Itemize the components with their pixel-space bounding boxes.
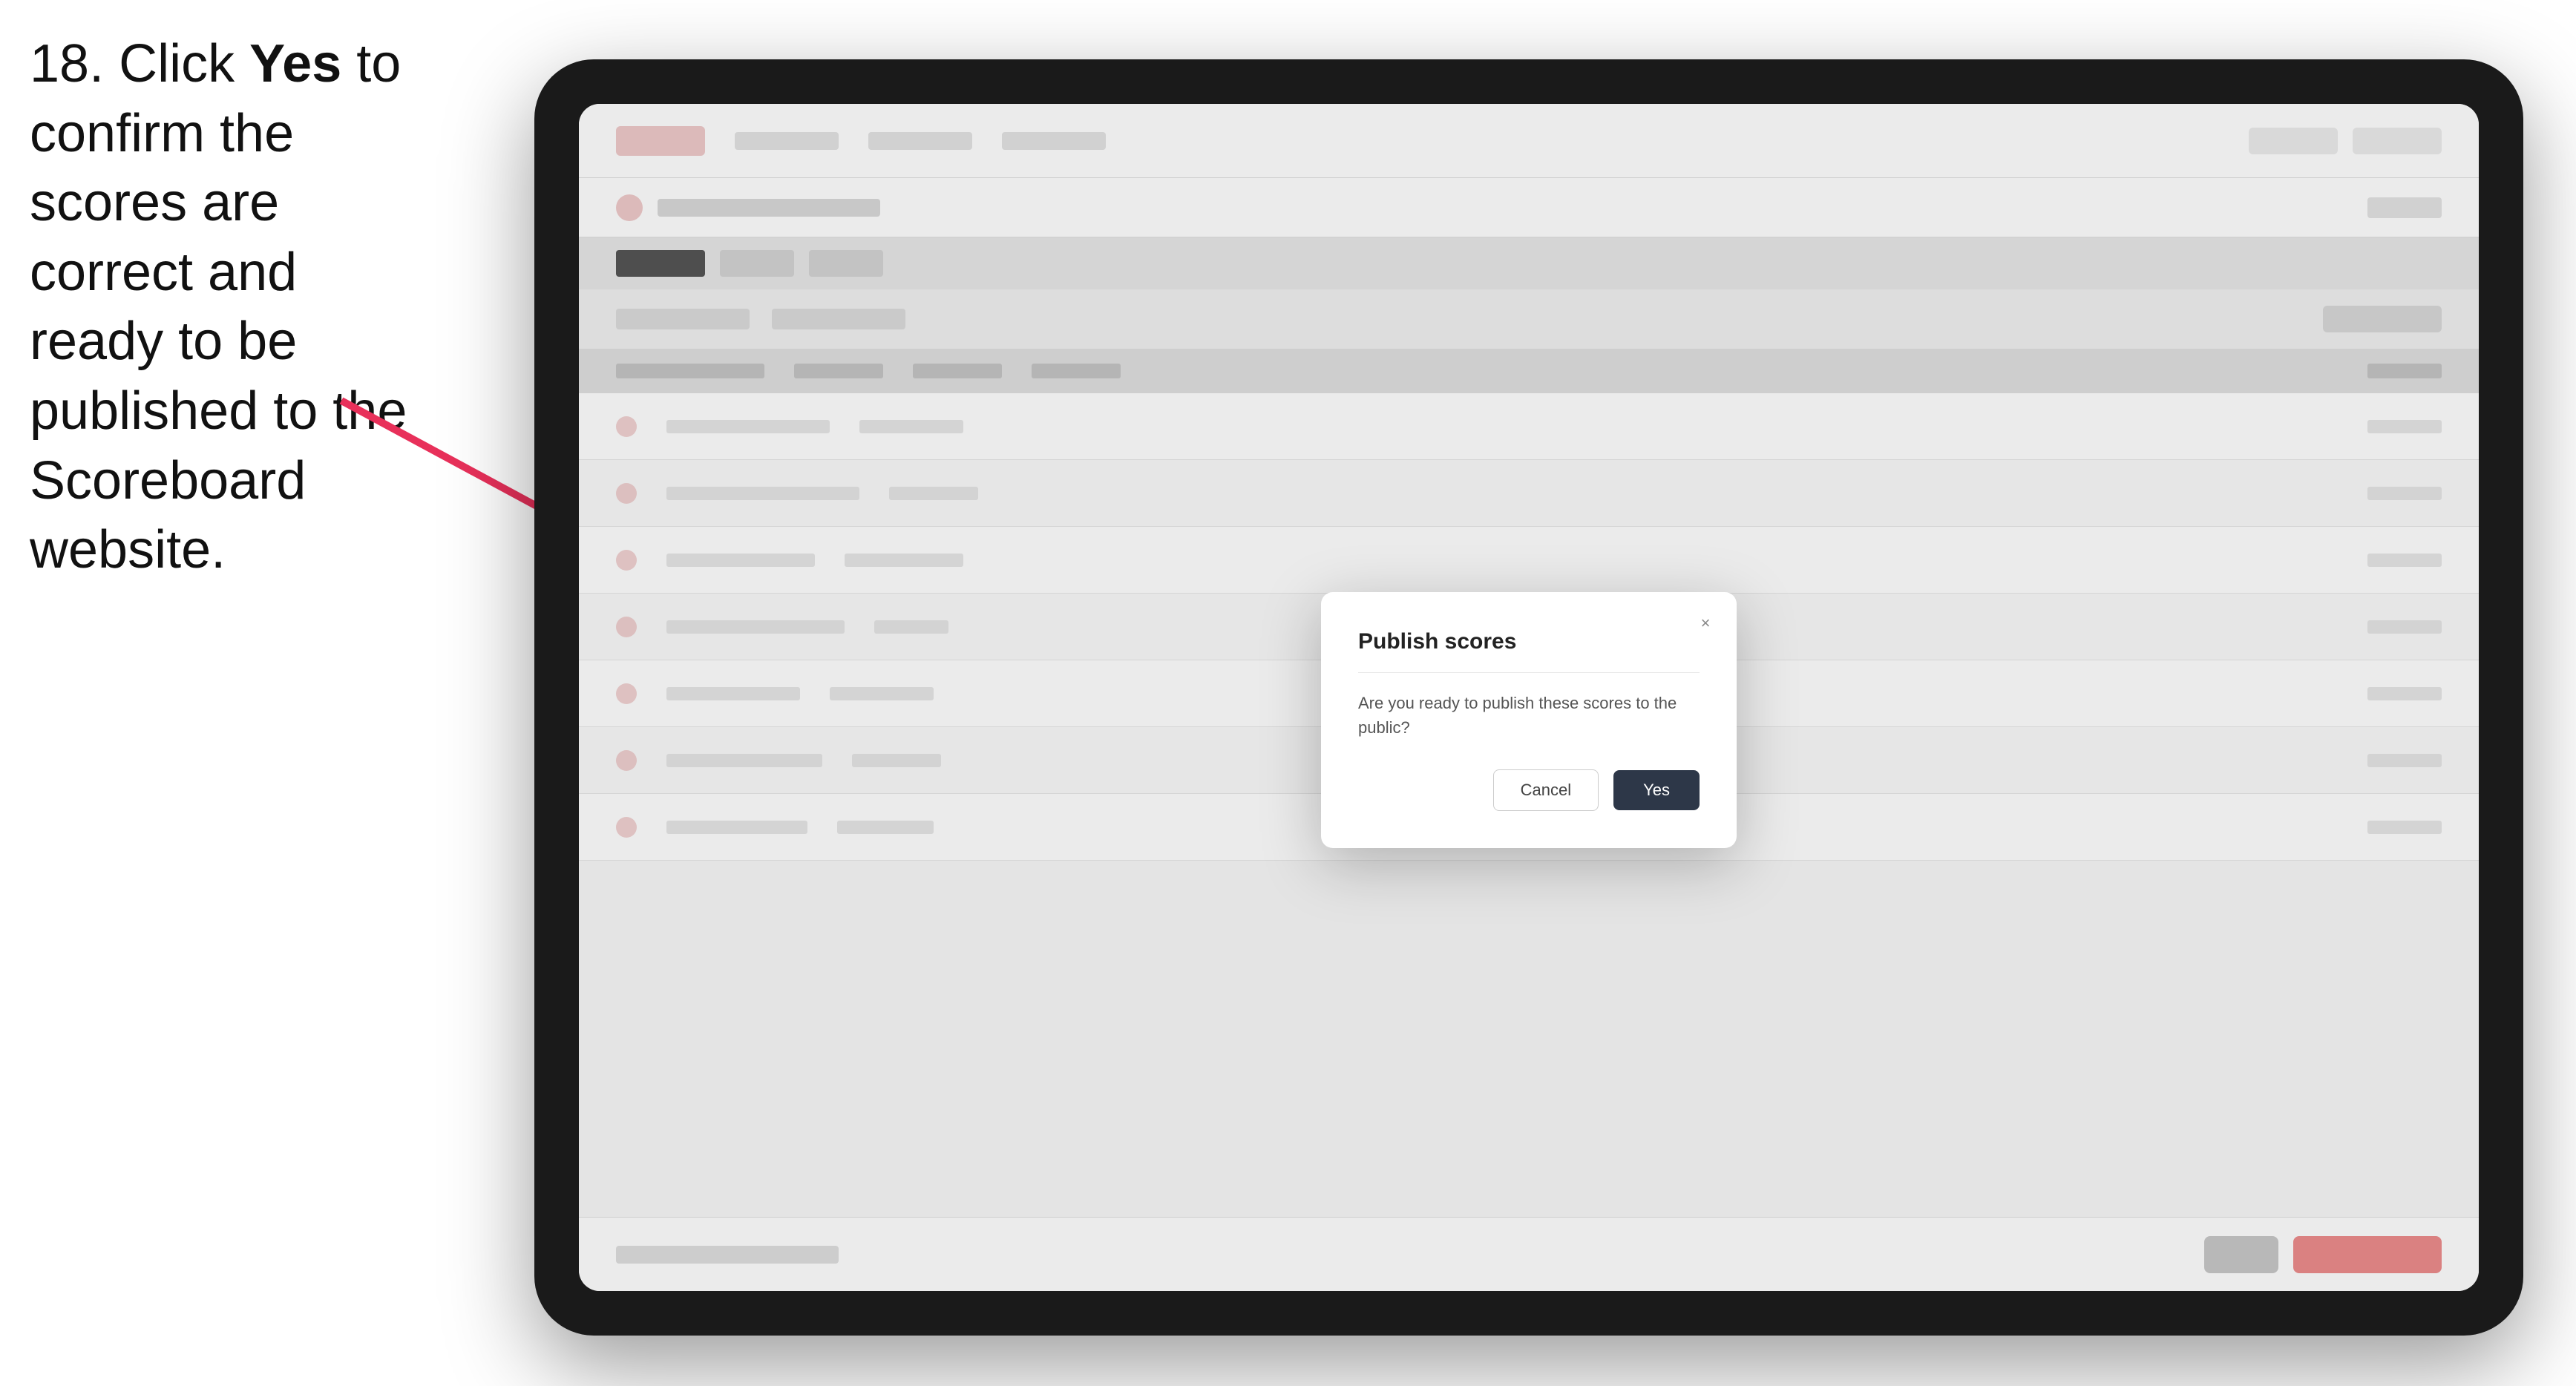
dialog-buttons: Cancel Yes [1358, 769, 1700, 811]
modal-overlay: × Publish scores Are you ready to publis… [579, 104, 2479, 1291]
bold-keyword: Yes [249, 34, 341, 93]
tablet-device: × Publish scores Are you ready to publis… [534, 59, 2523, 1336]
instruction-suffix: to confirm the scores are correct and re… [30, 34, 407, 579]
dialog-body: Are you ready to publish these scores to… [1358, 691, 1700, 740]
dialog-yes-button[interactable]: Yes [1613, 770, 1700, 810]
tablet-screen: × Publish scores Are you ready to publis… [579, 104, 2479, 1291]
instruction-prefix: Click [104, 34, 249, 93]
dialog-cancel-button[interactable]: Cancel [1493, 769, 1599, 811]
dialog-close-button[interactable]: × [1692, 610, 1719, 637]
step-number: 18. [30, 34, 104, 93]
dialog-title: Publish scores [1358, 629, 1700, 654]
instruction-text: 18. Click Yes to confirm the scores are … [30, 30, 445, 585]
dialog-divider [1358, 672, 1700, 673]
publish-scores-dialog: × Publish scores Are you ready to publis… [1321, 592, 1737, 848]
